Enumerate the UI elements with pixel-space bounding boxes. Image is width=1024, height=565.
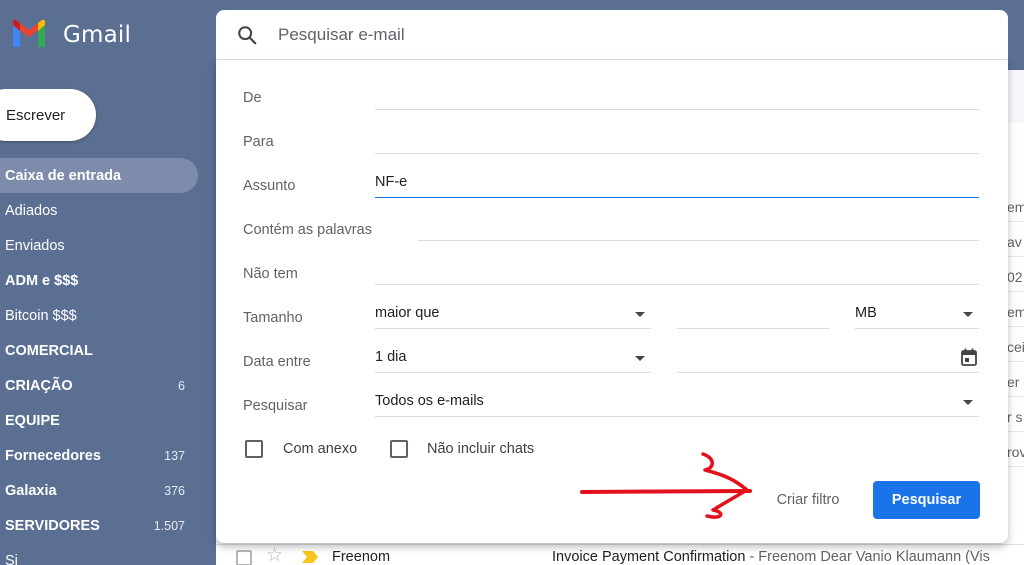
gmail-logo-icon[interactable]	[10, 18, 48, 50]
date-label: Data entre	[243, 354, 311, 370]
advanced-search-panel: De Para Assunto NF-e Contém as palavras …	[216, 60, 1008, 543]
calendar-icon[interactable]	[961, 348, 977, 366]
sidebar-item-galaxia[interactable]: Galaxia 376	[0, 473, 198, 508]
has-attachment-checkbox[interactable]	[245, 440, 263, 458]
clipped-row-text: rov	[1007, 444, 1024, 460]
search-in-label: Pesquisar	[243, 398, 308, 414]
sidebar-item-label: Bitcoin $$$	[5, 307, 77, 324]
dropdown-arrow-icon	[963, 312, 973, 317]
dropdown-arrow-icon	[963, 400, 973, 405]
sidebar-item-servidores[interactable]: SERVIDORES 1.507	[0, 508, 198, 543]
sidebar-item-adiados[interactable]: Adiados	[0, 193, 198, 228]
dropdown-arrow-icon	[635, 356, 645, 361]
size-value-field[interactable]	[677, 303, 829, 329]
size-label: Tamanho	[243, 310, 303, 326]
clipped-row-text: er	[1007, 374, 1020, 390]
has-words-field[interactable]	[418, 215, 979, 241]
sidebar-item-count: 137	[164, 448, 185, 463]
sidebar-item-equipe[interactable]: EQUIPE	[0, 403, 198, 438]
clipped-row-text: cei	[1007, 339, 1024, 355]
sidebar: Escrever Caixa de entrada Adiados Enviados…	[0, 70, 216, 565]
sidebar-item-caixa-de-entrada[interactable]: Caixa de entrada	[0, 158, 198, 193]
exclude-chats-checkbox[interactable]	[390, 440, 408, 458]
sidebar-item-fornecedores[interactable]: Fornecedores 137	[0, 438, 198, 473]
search-button[interactable]: Pesquisar	[873, 481, 980, 519]
sidebar-item-cria-o[interactable]: CRIAÇÃO 6	[0, 368, 198, 403]
size-unit-select[interactable]: MB	[855, 303, 979, 329]
sidebar-item-label: EQUIPE	[5, 412, 60, 429]
sidebar-item-si[interactable]: Si	[0, 543, 198, 565]
sidebar-item-count: 1.507	[153, 518, 185, 533]
row-checkbox[interactable]	[236, 550, 252, 565]
compose-button[interactable]: Escrever	[0, 89, 96, 141]
doesnt-have-field[interactable]	[375, 259, 979, 285]
sidebar-item-adm-e[interactable]: ADM e $$$	[0, 263, 198, 298]
to-field[interactable]	[375, 128, 979, 154]
sidebar-item-label: Enviados	[5, 237, 65, 254]
email-sender: Freenom	[332, 549, 391, 565]
sidebar-item-enviados[interactable]: Enviados	[0, 228, 198, 263]
size-operator-value: maior que	[375, 305, 440, 321]
sidebar-item-count: 6	[178, 378, 185, 393]
date-range-select[interactable]: 1 dia	[375, 347, 651, 373]
size-unit-value: MB	[855, 305, 877, 321]
clipped-row-text: av	[1007, 234, 1022, 250]
gmail-brand-text: Gmail	[63, 22, 132, 48]
dropdown-arrow-icon	[635, 312, 645, 317]
important-marker-icon[interactable]	[302, 551, 318, 563]
sidebar-item-label: COMERCIAL	[5, 342, 93, 359]
has-words-label: Contém as palavras	[243, 222, 372, 238]
date-field[interactable]	[677, 347, 979, 373]
star-icon[interactable]: ☆	[266, 546, 283, 565]
sidebar-item-label: Galaxia	[5, 482, 57, 499]
sidebar-item-comercial[interactable]: COMERCIAL	[0, 333, 198, 368]
create-filter-button[interactable]: Criar filtro	[756, 482, 860, 518]
subject-label: Assunto	[243, 178, 296, 194]
sidebar-item-label: ADM e $$$	[5, 272, 79, 289]
email-row[interactable]: ☆ Freenom Invoice Payment Confirmation -…	[216, 544, 1024, 565]
size-operator-select[interactable]: maior que	[375, 303, 651, 329]
clipped-row-text: em	[1007, 304, 1024, 320]
date-range-value: 1 dia	[375, 349, 407, 365]
subject-field[interactable]: NF-e	[375, 172, 979, 198]
sidebar-item-bitcoin[interactable]: Bitcoin $$$	[0, 298, 198, 333]
clipped-row-text: 02	[1007, 269, 1023, 285]
search-input[interactable]	[278, 22, 978, 48]
compose-label: Escrever	[6, 106, 66, 124]
doesnt-have-label: Não tem	[243, 266, 298, 282]
clipped-row-text: em	[1007, 199, 1024, 215]
sidebar-item-count: 376	[164, 483, 185, 498]
sidebar-item-label: Fornecedores	[5, 447, 101, 464]
to-label: Para	[243, 134, 274, 150]
search-in-value: Todos os e-mails	[375, 393, 484, 409]
sidebar-item-label: SERVIDORES	[5, 517, 100, 534]
has-attachment-label: Com anexo	[283, 441, 358, 457]
from-label: De	[243, 90, 262, 106]
search-icon[interactable]	[236, 24, 258, 46]
sidebar-item-label: Adiados	[5, 202, 58, 219]
from-field[interactable]	[375, 84, 979, 110]
sidebar-item-label: Caixa de entrada	[5, 167, 122, 184]
search-in-select[interactable]: Todos os e-mails	[375, 391, 979, 417]
search-bar	[216, 10, 1008, 60]
exclude-chats-label: Não incluir chats	[427, 441, 535, 457]
email-snippet: - Freenom Dear Vanio Klaumann (Vis	[745, 549, 990, 565]
sidebar-item-label: CRIAÇÃO	[5, 377, 73, 394]
email-subject: Invoice Payment Confirmation	[552, 549, 746, 565]
email-subject-line: Invoice Payment Confirmation - Freenom D…	[552, 549, 990, 565]
clipped-row-text: r s	[1007, 409, 1023, 425]
sidebar-item-label: Si	[5, 552, 18, 565]
